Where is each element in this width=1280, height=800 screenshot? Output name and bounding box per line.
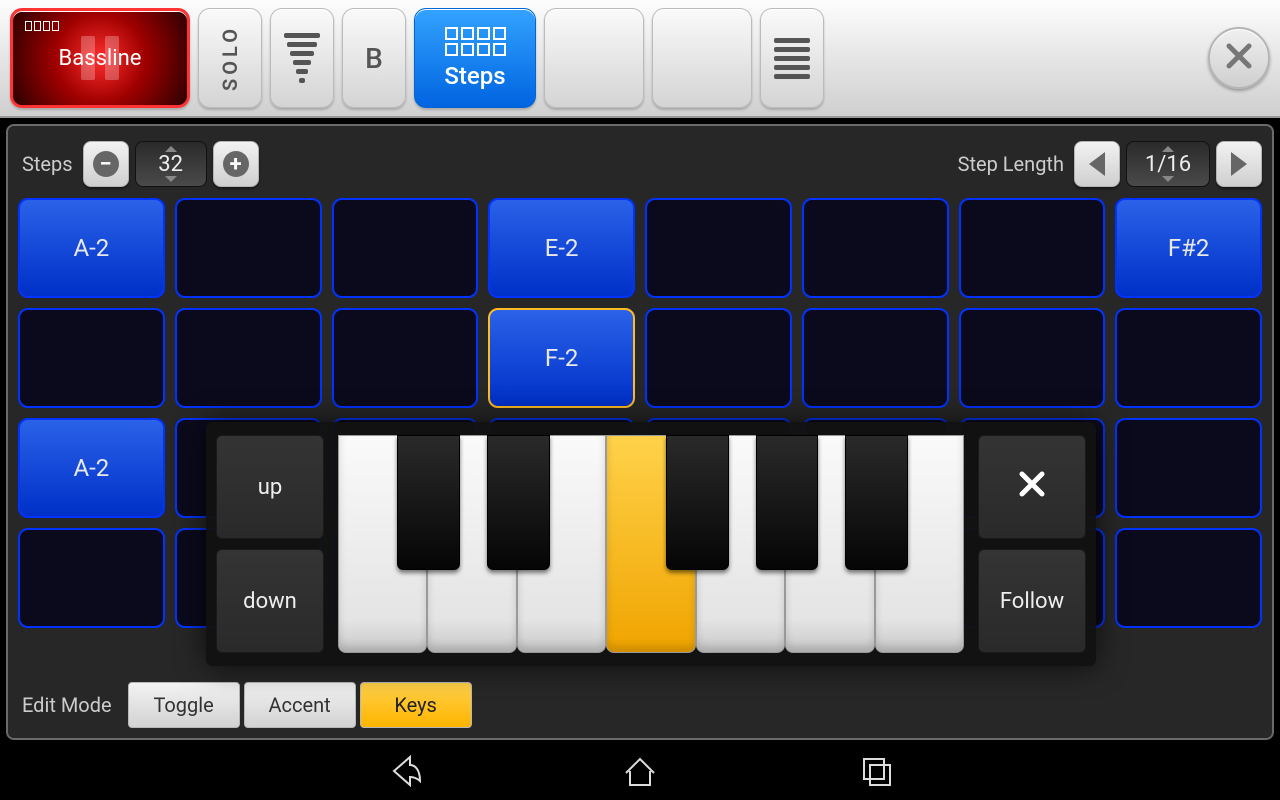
minus-icon: − — [93, 151, 119, 177]
black-key[interactable] — [487, 435, 550, 570]
menu-button[interactable] — [760, 8, 824, 108]
step-cell[interactable]: A-2 — [18, 198, 165, 298]
steps-decrement-button[interactable]: − — [83, 141, 129, 187]
track-label: Bassline — [59, 46, 142, 71]
step-cell[interactable] — [959, 198, 1106, 298]
black-key[interactable] — [666, 435, 729, 570]
editmode-toggle-button[interactable]: Toggle — [128, 682, 240, 728]
pattern-select-button[interactable]: B — [342, 8, 406, 108]
solo-label: SOLO — [218, 25, 242, 91]
step-cell[interactable]: F#2 — [1115, 198, 1262, 298]
octave-down-button[interactable]: down — [216, 549, 324, 653]
close-button[interactable] — [1208, 27, 1270, 89]
sound-button[interactable] — [544, 8, 644, 108]
volume-button[interactable] — [270, 8, 334, 108]
triangle-right-icon — [1231, 152, 1247, 176]
volume-icon — [284, 33, 320, 83]
close-icon — [1224, 41, 1254, 75]
steplength-prev-button[interactable] — [1074, 141, 1120, 187]
steps-tab-label: Steps — [444, 62, 505, 90]
top-toolbar: Bassline SOLO B Steps — [0, 0, 1280, 118]
popup-close-button[interactable] — [978, 435, 1086, 539]
steps-tab-button[interactable]: Steps — [414, 8, 536, 108]
steps-value[interactable]: 32 — [135, 141, 207, 187]
settings-button[interactable] — [652, 8, 752, 108]
step-cell[interactable]: A-2 — [18, 418, 165, 518]
black-key[interactable] — [397, 435, 460, 570]
step-cell[interactable] — [959, 308, 1106, 408]
edit-mode-label: Edit Mode — [22, 693, 112, 717]
steplength-next-button[interactable] — [1216, 141, 1262, 187]
steplength-label: Step Length — [954, 152, 1068, 176]
octave-up-button[interactable]: up — [216, 435, 324, 539]
piano-keys — [338, 435, 964, 653]
step-cell[interactable] — [175, 308, 322, 408]
keyboard-popup: up down Follow — [206, 422, 1096, 666]
step-cell[interactable] — [802, 198, 949, 298]
step-cell[interactable] — [645, 198, 792, 298]
step-cell[interactable] — [175, 198, 322, 298]
triangle-left-icon — [1089, 152, 1105, 176]
track-button[interactable]: Bassline — [10, 8, 190, 108]
black-key[interactable] — [756, 435, 819, 570]
steps-grid-icon — [445, 27, 506, 56]
plus-icon: + — [223, 151, 249, 177]
pattern-mini-icon — [25, 21, 59, 31]
step-cell[interactable] — [332, 198, 479, 298]
follow-button[interactable]: Follow — [978, 549, 1086, 653]
step-cell[interactable] — [18, 308, 165, 408]
close-icon — [1018, 470, 1046, 504]
edit-mode-bar: Edit Mode Toggle Accent Keys — [22, 682, 472, 728]
step-cell[interactable] — [1115, 308, 1262, 408]
step-cell[interactable]: F-2 — [488, 308, 635, 408]
list-icon — [774, 38, 810, 79]
steps-increment-button[interactable]: + — [213, 141, 259, 187]
step-cell[interactable] — [332, 308, 479, 408]
recents-icon[interactable] — [858, 753, 894, 793]
pattern-label: B — [365, 42, 383, 75]
step-cell[interactable] — [802, 308, 949, 408]
step-cell[interactable]: E-2 — [488, 198, 635, 298]
black-key[interactable] — [845, 435, 908, 570]
android-navbar — [0, 746, 1280, 800]
step-cell[interactable] — [645, 308, 792, 408]
steps-label: Steps — [18, 152, 77, 176]
home-icon[interactable] — [622, 753, 658, 793]
steplength-value[interactable]: 1/16 — [1126, 141, 1210, 187]
step-cell[interactable] — [18, 528, 165, 628]
editmode-keys-button[interactable]: Keys — [360, 682, 472, 728]
back-icon[interactable] — [386, 753, 422, 793]
solo-button[interactable]: SOLO — [198, 8, 262, 108]
step-cell[interactable] — [1115, 528, 1262, 628]
editmode-accent-button[interactable]: Accent — [244, 682, 356, 728]
step-cell[interactable] — [1115, 418, 1262, 518]
controls-row: Steps − 32 + Step Length 1/16 — [18, 136, 1262, 192]
